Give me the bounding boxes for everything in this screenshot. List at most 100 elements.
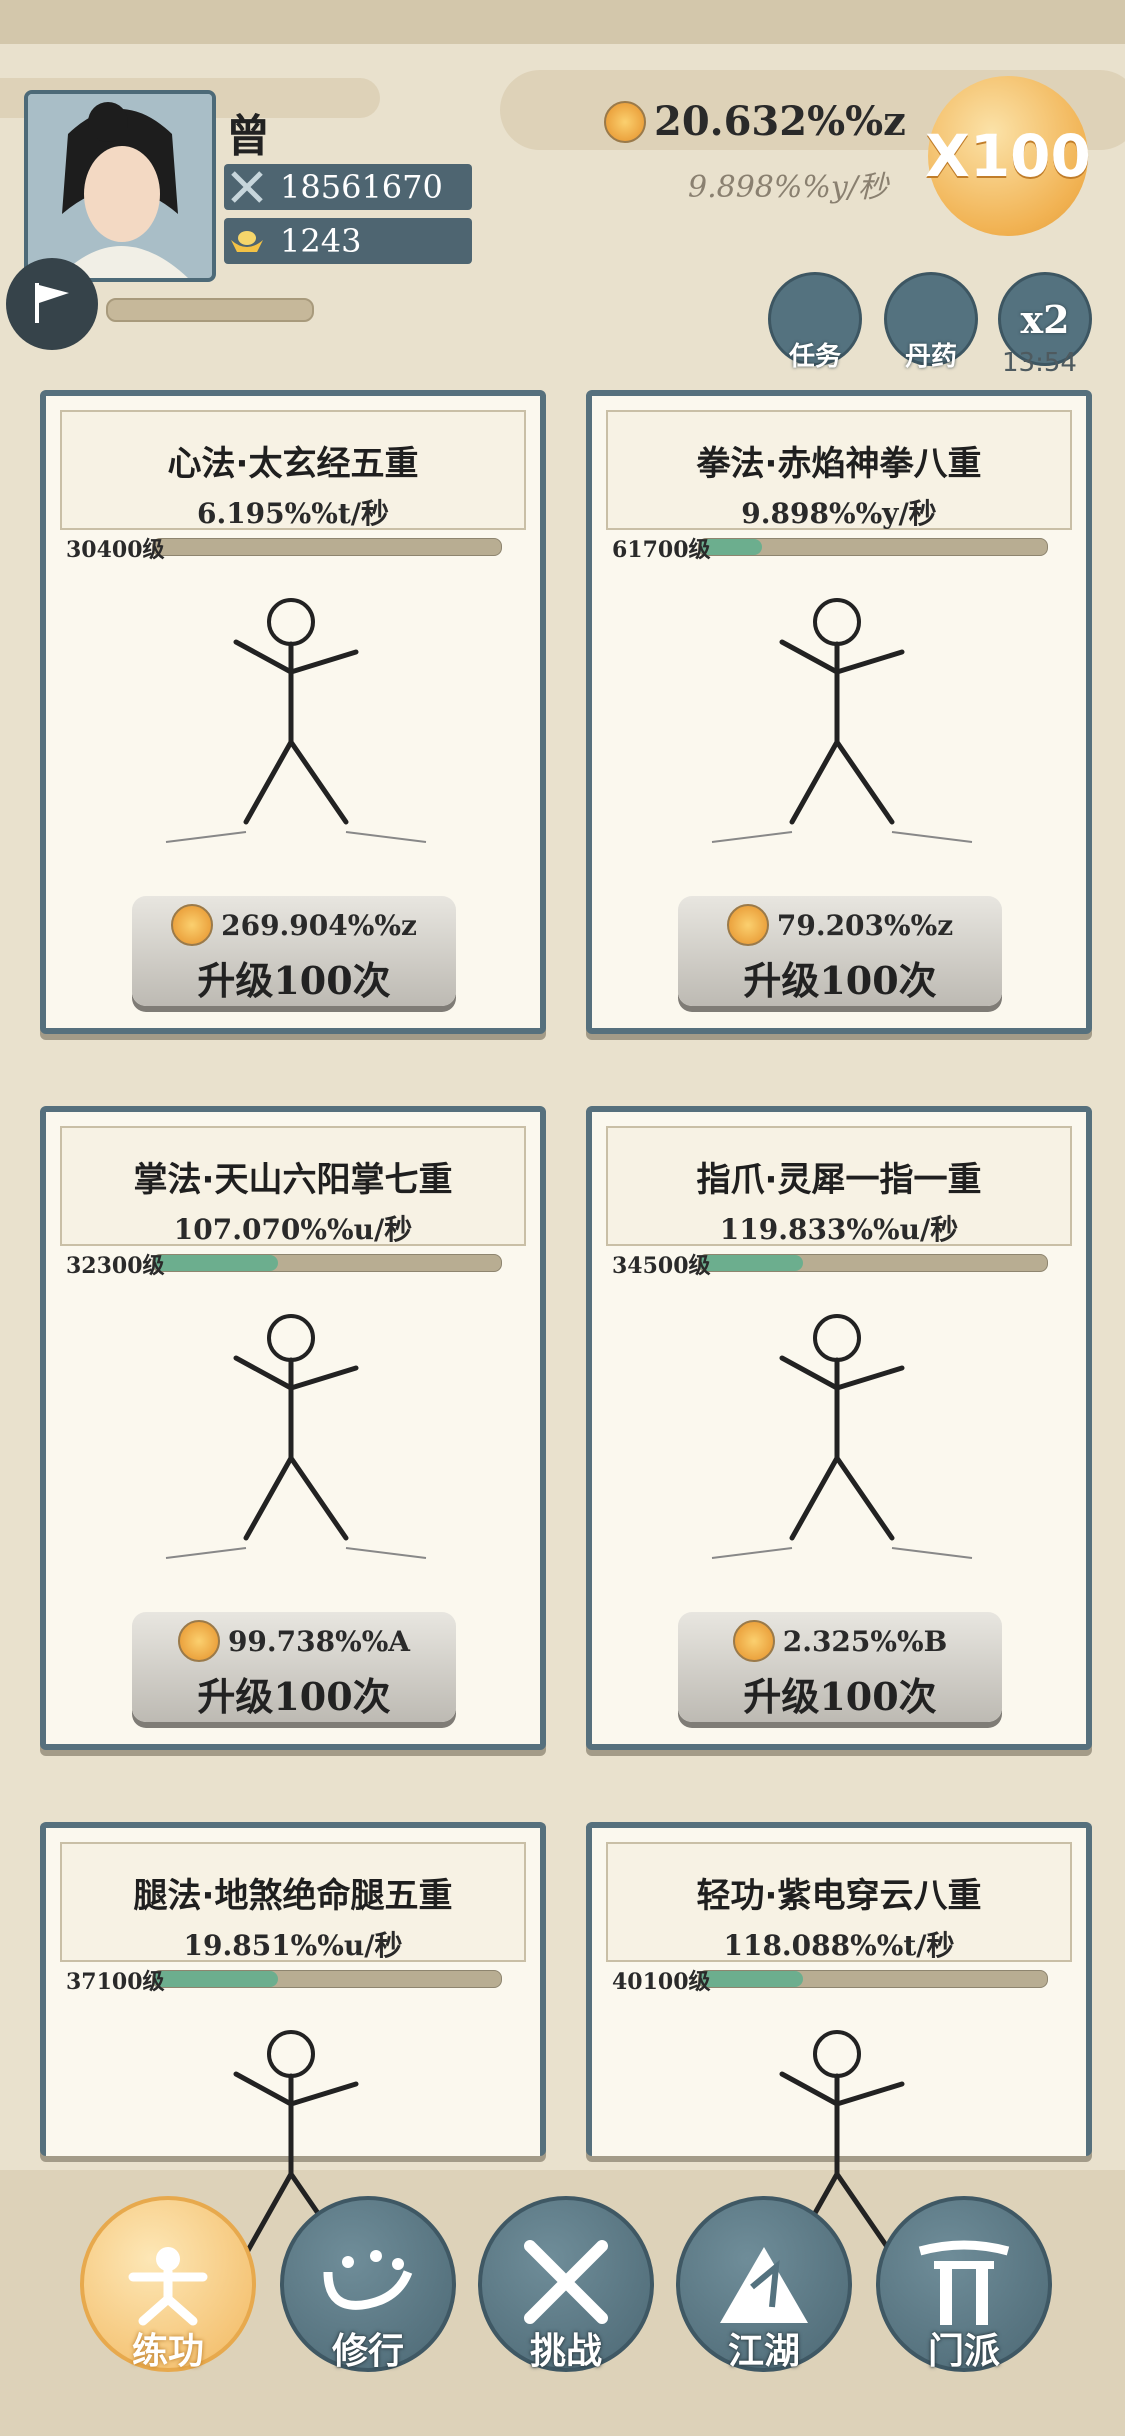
task-button[interactable]: 任务 <box>768 272 862 372</box>
upgrade-cost: 269.904%%z <box>132 904 456 946</box>
flag-icon <box>29 279 75 329</box>
upgrade-cost: 79.203%%z <box>678 904 1002 946</box>
level-progress-fill <box>699 1971 804 1987</box>
mountain-icon <box>714 2237 814 2331</box>
flame-coin-icon <box>171 904 214 946</box>
upgrade-button[interactable]: 2.325%%B 升级100次 <box>678 1612 1002 1722</box>
pill-label: 丹药 <box>904 342 957 372</box>
skill-level: 32300级 <box>66 1253 165 1279</box>
heart-icon <box>318 2242 418 2326</box>
task-label: 任务 <box>788 342 841 372</box>
level-progress-bar <box>698 1970 1048 1988</box>
upgrade-button[interactable]: 269.904%%z 升级100次 <box>132 896 456 1006</box>
skill-level: 37100级 <box>66 1969 165 1995</box>
cost-value: 2.325%%B <box>782 1624 948 1658</box>
cost-value: 99.738%%A <box>227 1624 411 1658</box>
x100-boost-button[interactable]: X100 <box>925 76 1091 236</box>
nav-sect[interactable]: 门派 <box>876 2196 1052 2372</box>
level-progress-fill <box>153 1255 279 1271</box>
currency-rate: 9.898%%y/秒 <box>688 170 888 205</box>
skill-rate: 107.070%%u/秒 <box>173 1213 413 1246</box>
currency-display: 20.632%%z <box>604 98 906 145</box>
cost-value: 79.203%%z <box>776 908 954 942</box>
skill-card[interactable]: 心法·太玄经五重 6.195%%t/秒 30400级 269.904%%z 升级… <box>40 390 546 1034</box>
upgrade-button[interactable]: 79.203%%z 升级100次 <box>678 896 1002 1006</box>
skill-title: 指爪·灵犀一指一重 <box>696 1160 982 1200</box>
pill-button[interactable]: 丹药 <box>884 272 978 372</box>
card-title-panel: 指爪·灵犀一指一重 119.833%%u/秒 <box>606 1126 1072 1246</box>
flame-coin-icon <box>604 100 646 143</box>
level-progress-fill <box>153 1971 279 1987</box>
martial-artist-figure <box>672 572 1002 862</box>
skill-card[interactable]: 指爪·灵犀一指一重 119.833%%u/秒 34500级 2.325%%B 升… <box>586 1106 1092 1750</box>
player-avatar[interactable] <box>24 90 216 282</box>
crossed-swords-icon <box>224 164 270 210</box>
flame-coin-icon <box>732 1620 775 1662</box>
gold-ingot-bar: 1243 <box>224 218 472 264</box>
level-progress-bar <box>152 1254 502 1272</box>
cost-value: 269.904%%z <box>221 908 417 942</box>
skill-rate: 19.851%%u/秒 <box>183 1929 403 1962</box>
double-speed-timer: 13:54 <box>1002 348 1077 378</box>
skill-card[interactable]: 拳法·赤焰神拳八重 9.898%%y/秒 61700级 79.203%%z 升级… <box>586 390 1092 1034</box>
skill-level: 34500级 <box>612 1253 711 1279</box>
skill-card[interactable]: 掌法·天山六阳掌七重 107.070%%u/秒 32300级 99.738%%A… <box>40 1106 546 1750</box>
nav-label: 挑战 <box>529 2331 602 2372</box>
player-name: 曾 <box>226 111 270 162</box>
combat-power-value: 18561670 <box>280 168 443 206</box>
skill-rate: 6.195%%t/秒 <box>196 497 390 530</box>
card-title-panel: 轻功·紫电穿云八重 118.088%%t/秒 <box>606 1842 1072 1962</box>
upgrade-cost: 99.738%%A <box>132 1620 456 1662</box>
upgrade-cost: 2.325%%B <box>678 1620 1002 1662</box>
combat-power-bar: 18561670 <box>224 164 472 210</box>
martial-artist-figure <box>672 1288 1002 1578</box>
gold-value: 1243 <box>280 222 362 260</box>
nav-cultivation[interactable]: 修行 <box>280 2196 456 2372</box>
flame-coin-icon <box>726 904 769 946</box>
skill-title: 腿法·地煞绝命腿五重 <box>133 1876 453 1916</box>
nav-label: 修行 <box>331 2331 404 2372</box>
card-title-panel: 拳法·赤焰神拳八重 9.898%%y/秒 <box>606 410 1072 530</box>
level-progress-bar <box>698 538 1048 556</box>
training-icon <box>123 2237 213 2331</box>
level-progress-bar <box>152 538 502 556</box>
nav-training[interactable]: 练功 <box>80 2196 256 2372</box>
card-title-panel: 掌法·天山六阳掌七重 107.070%%u/秒 <box>60 1126 526 1246</box>
experience-bar <box>106 298 314 322</box>
card-title-panel: 心法·太玄经五重 6.195%%t/秒 <box>60 410 526 530</box>
currency-amount: 20.632%%z <box>654 98 906 145</box>
skill-title: 心法·太玄经五重 <box>167 444 419 484</box>
skill-level: 40100级 <box>612 1969 711 1995</box>
nav-challenge[interactable]: 挑战 <box>478 2196 654 2372</box>
skill-rate: 119.833%%u/秒 <box>719 1213 959 1246</box>
skill-card[interactable]: 腿法·地煞绝命腿五重 19.851%%u/秒 37100级 <box>40 1822 546 2275</box>
level-progress-fill <box>699 1255 804 1271</box>
gate-icon <box>914 2237 1014 2331</box>
upgrade-button[interactable]: 99.738%%A 升级100次 <box>132 1612 456 1722</box>
level-progress-bar <box>152 1970 502 1988</box>
martial-artist-figure <box>126 1288 456 1578</box>
skill-rate: 9.898%%y/秒 <box>741 497 937 530</box>
upgrade-label: 升级100次 <box>743 1674 937 1719</box>
nav-label: 江湖 <box>727 2331 800 2372</box>
swords-icon <box>516 2232 616 2336</box>
flame-coin-icon <box>177 1620 220 1662</box>
martial-artist-figure <box>126 572 456 862</box>
nav-jianghu[interactable]: 江湖 <box>676 2196 852 2372</box>
background-cloud <box>0 0 1125 44</box>
card-title-panel: 腿法·地煞绝命腿五重 19.851%%u/秒 <box>60 1842 526 1962</box>
skill-level: 30400级 <box>66 537 165 563</box>
flag-button[interactable] <box>6 258 98 350</box>
nav-label: 门派 <box>927 2331 1000 2372</box>
upgrade-label: 升级100次 <box>743 958 937 1003</box>
nav-label: 练功 <box>131 2331 204 2372</box>
upgrade-label: 升级100次 <box>197 1674 391 1719</box>
level-progress-bar <box>698 1254 1048 1272</box>
gold-ingot-icon <box>224 218 270 264</box>
skill-card[interactable]: 轻功·紫电穿云八重 118.088%%t/秒 40100级 <box>586 1822 1092 2275</box>
skill-title: 轻功·紫电穿云八重 <box>696 1876 982 1916</box>
upgrade-label: 升级100次 <box>197 958 391 1003</box>
skill-title: 拳法·赤焰神拳八重 <box>696 444 982 484</box>
skill-title: 掌法·天山六阳掌七重 <box>133 1160 453 1200</box>
double-speed-label: x2 <box>1020 296 1070 342</box>
